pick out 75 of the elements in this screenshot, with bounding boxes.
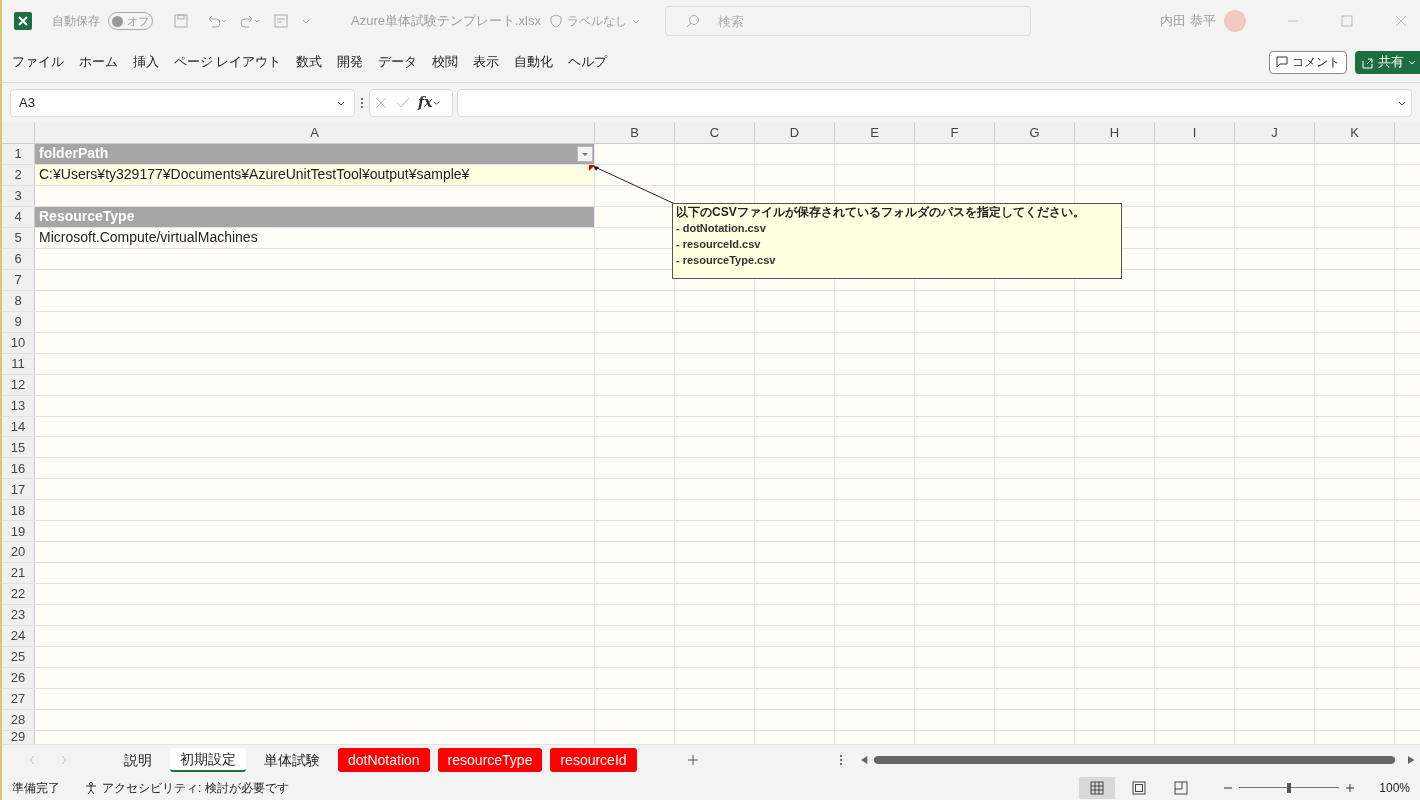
maximize-icon[interactable] bbox=[1340, 14, 1354, 28]
comment-text: - dotNotation.csv bbox=[676, 221, 767, 236]
view-button[interactable] bbox=[1079, 776, 1116, 799]
ribbon-tab[interactable]: ホーム bbox=[79, 52, 118, 72]
header-cell-text: folderPath bbox=[38, 144, 109, 164]
comment-text: 以下のCSVファイルが保存されているフォルダのパスを指定してください。 bbox=[676, 205, 1086, 220]
user-avatar[interactable] bbox=[1224, 10, 1246, 32]
more-icon[interactable] bbox=[359, 95, 365, 110]
column-header[interactable]: E bbox=[870, 122, 879, 143]
sheet-tab[interactable]: resourceType bbox=[437, 748, 543, 772]
comment-icon bbox=[1276, 56, 1288, 68]
form-icon[interactable] bbox=[273, 13, 289, 29]
name-box[interactable]: A3 bbox=[10, 88, 355, 117]
accessibility-icon bbox=[84, 780, 98, 795]
add-sheet-icon[interactable] bbox=[686, 754, 699, 766]
page-layout-view-icon bbox=[1131, 779, 1148, 796]
sheet-tab[interactable]: 説明 bbox=[114, 748, 162, 772]
header-cell-text: ResourceType bbox=[38, 207, 135, 227]
column-header[interactable]: A bbox=[310, 122, 319, 143]
text-cell-text: Microsoft.Compute/virtualMachines bbox=[38, 228, 258, 248]
column-header[interactable]: H bbox=[1109, 122, 1120, 143]
ribbon-tab[interactable]: ヘルプ bbox=[568, 52, 608, 72]
column-header[interactable]: D bbox=[789, 122, 800, 143]
share-icon bbox=[1361, 55, 1374, 69]
path-cell-text: C:¥Users¥ty329177¥Documents¥AzureUnitTestTool¥output¥sample¥ bbox=[38, 165, 470, 185]
formula-input[interactable] bbox=[457, 88, 1412, 117]
more-icon[interactable] bbox=[838, 753, 843, 767]
zoom-in-icon[interactable] bbox=[1345, 782, 1356, 793]
ribbon-tab[interactable]: データ bbox=[378, 52, 418, 72]
caret-icon bbox=[1408, 58, 1416, 66]
column-header[interactable]: J bbox=[1271, 122, 1278, 143]
ribbon-tab[interactable]: 開発 bbox=[337, 52, 364, 72]
search-field[interactable]: 検索 bbox=[664, 6, 1031, 36]
spreadsheet-app-icon bbox=[14, 12, 32, 30]
file-name: Azure単体試験テンプレート.xlsx bbox=[351, 12, 541, 31]
zoom-level[interactable]: 100% bbox=[1379, 778, 1410, 797]
zoom-slider[interactable] bbox=[1239, 781, 1340, 794]
column-header[interactable]: C bbox=[709, 122, 720, 143]
save-icon[interactable] bbox=[173, 13, 189, 29]
sheet-tab[interactable]: 初期設定 bbox=[170, 748, 246, 772]
ribbon-tab[interactable]: 挿入 bbox=[133, 52, 159, 72]
normal-view-icon bbox=[1089, 779, 1106, 796]
close-icon[interactable] bbox=[1394, 14, 1408, 28]
column-header[interactable]: I bbox=[1192, 122, 1197, 143]
ribbon-tab[interactable]: 自動化 bbox=[514, 52, 554, 72]
cancel-icon[interactable] bbox=[374, 95, 388, 110]
comment-text: - resourceId.csv bbox=[676, 237, 762, 252]
comment-button[interactable]: コメント bbox=[1269, 50, 1347, 74]
accessibility-button[interactable]: アクセシビリティ: 検討が必要です bbox=[84, 778, 289, 797]
user-name: 内田 恭平 bbox=[1160, 12, 1216, 31]
shield-icon bbox=[548, 14, 563, 28]
status-text: 準備完了 bbox=[12, 779, 60, 797]
filter-dropdown-icon[interactable] bbox=[577, 145, 593, 162]
page-break-view-icon bbox=[1173, 779, 1190, 796]
share-button[interactable]: 共有 bbox=[1355, 50, 1420, 74]
slider-thumb[interactable] bbox=[1287, 782, 1292, 793]
ribbon-tab[interactable]: ページ レイアウト bbox=[174, 52, 282, 72]
sheet-tab[interactable]: resourceId bbox=[550, 748, 637, 772]
check-icon[interactable] bbox=[396, 95, 410, 110]
sheet-tab[interactable]: dotNotation bbox=[338, 748, 430, 772]
column-header[interactable]: K bbox=[1350, 122, 1359, 143]
sheet-tab[interactable]: 単体試験 bbox=[254, 748, 330, 772]
search-icon bbox=[684, 13, 701, 29]
comment-text: - resourceType.csv bbox=[676, 253, 777, 268]
ribbon-tab[interactable]: 数式 bbox=[296, 52, 323, 72]
ribbon-tab[interactable]: 校閲 bbox=[432, 52, 459, 72]
ribbon-tab[interactable]: 表示 bbox=[473, 52, 500, 72]
redo-icon[interactable] bbox=[239, 13, 261, 29]
column-header[interactable]: G bbox=[1029, 122, 1040, 143]
column-header[interactable]: F bbox=[950, 122, 959, 143]
autosave-label: 自動保存 bbox=[52, 13, 100, 30]
column-header[interactable]: B bbox=[630, 122, 639, 143]
ribbon-tab[interactable]: ファイル bbox=[12, 52, 64, 72]
caret-icon bbox=[432, 98, 442, 107]
horizontal-scrollbar[interactable] bbox=[860, 754, 1414, 766]
